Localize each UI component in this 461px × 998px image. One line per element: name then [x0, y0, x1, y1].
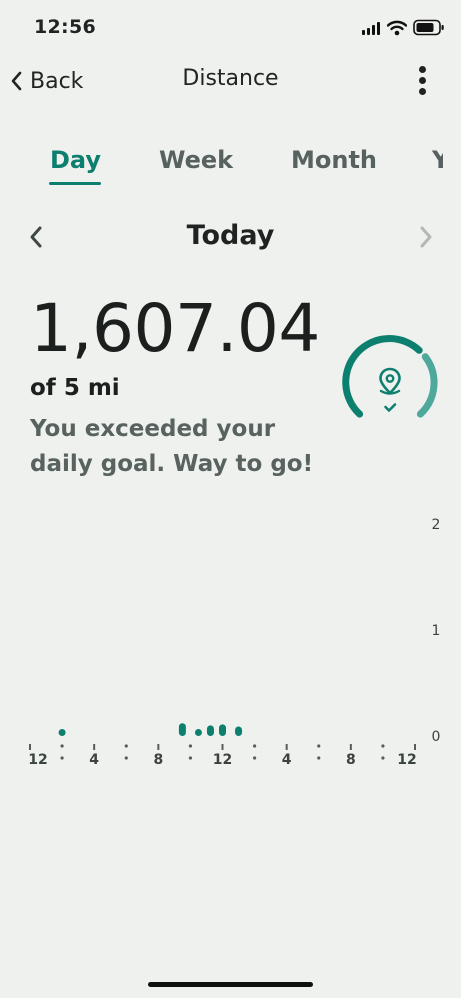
x-tick-dot	[60, 744, 64, 748]
x-tick-mark	[221, 744, 224, 750]
tab-day[interactable]: Day	[50, 146, 101, 174]
x-tick-mark	[93, 744, 96, 750]
y-tick-label: 0	[432, 729, 441, 745]
chart-bar	[178, 723, 186, 736]
battery-icon	[413, 19, 444, 36]
page-title: Distance	[182, 66, 279, 91]
x-tick-dot	[317, 744, 321, 748]
x-tick-dot	[188, 756, 193, 760]
chart-bar	[58, 729, 66, 736]
x-tick-dot	[124, 756, 128, 760]
x-tick-dot	[252, 756, 257, 760]
x-tick-dot	[124, 744, 128, 748]
cellular-signal-icon	[362, 22, 382, 35]
x-tick-mark	[349, 744, 352, 750]
x-tick-label: 12	[28, 752, 47, 768]
x-tick-mark	[414, 744, 416, 750]
x-tick-mark	[285, 744, 288, 750]
x-tick-dot	[381, 744, 385, 748]
gauge-arc-extra	[416, 353, 438, 418]
distance-chart: 2 1 0 12 4 8 12 4 8 12	[28, 517, 441, 768]
chevron-right-icon	[420, 226, 432, 248]
chart-bar	[235, 726, 243, 736]
active-tab-indicator	[49, 182, 101, 185]
chart-bar	[194, 729, 202, 736]
y-tick-label: 1	[432, 623, 441, 639]
x-tick-mark	[29, 744, 31, 750]
status-time: 12:56	[34, 16, 96, 38]
x-tick-dot	[60, 756, 64, 760]
x-tick-mark	[157, 744, 160, 750]
x-tick-dot	[188, 744, 193, 748]
home-indicator[interactable]	[148, 982, 313, 987]
x-tick-dot	[317, 756, 321, 760]
next-day-button[interactable]	[416, 224, 436, 250]
location-pin-icon	[379, 367, 401, 395]
tab-year[interactable]: Y	[432, 146, 443, 174]
x-tick-dot	[381, 756, 385, 760]
tab-month[interactable]: Month	[291, 146, 377, 174]
more-options-button[interactable]	[406, 62, 440, 100]
x-tick-dot	[252, 744, 257, 748]
date-label: Today	[186, 220, 275, 251]
goal-message: You exceeded your daily goal. Way to go!	[30, 416, 314, 477]
x-tick-label: 8	[346, 752, 356, 768]
x-tick-label: 4	[89, 752, 99, 768]
tab-week[interactable]: Week	[159, 146, 233, 174]
check-icon	[384, 403, 397, 412]
x-tick-label: 12	[397, 752, 416, 768]
x-tick-label: 12	[213, 752, 232, 768]
goal-text: of 5 mi	[30, 375, 120, 401]
x-tick-label: 4	[282, 752, 292, 768]
goal-gauge	[342, 335, 438, 418]
x-tick-label: 8	[153, 752, 163, 768]
wifi-icon	[387, 20, 407, 36]
gauge-arc-main	[342, 335, 423, 418]
chart-bar	[219, 724, 226, 736]
chart-bar	[206, 725, 214, 736]
y-tick-label: 2	[432, 517, 441, 533]
distance-value: 1,607.04	[30, 290, 320, 367]
